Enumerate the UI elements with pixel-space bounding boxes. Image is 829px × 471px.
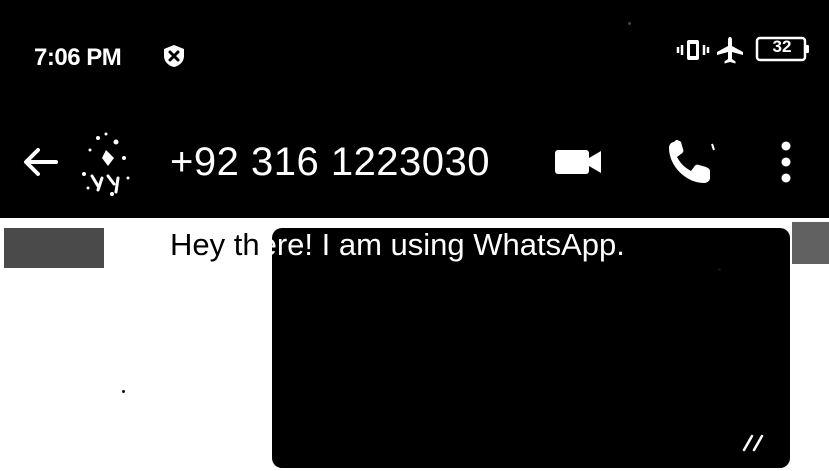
message-bubble[interactable]: Hey there! I am using WhatsApp. (272, 228, 790, 468)
shield-x-icon (164, 45, 184, 67)
app-bar: +92 316 1223030 (0, 110, 829, 210)
battery-level: 32 (772, 37, 792, 56)
voice-call-icon[interactable] (664, 136, 716, 188)
dust-speck (122, 390, 125, 393)
dust-speck (718, 268, 721, 271)
read-double-check-icon (742, 434, 764, 452)
status-time: 7:06 PM (34, 44, 122, 71)
airplane-icon (717, 37, 743, 64)
video-call-icon[interactable] (552, 144, 604, 180)
avatar[interactable] (68, 128, 154, 200)
status-bar: 7:06 PM 32 (0, 0, 829, 100)
about-status-prefix: Hey th (170, 227, 260, 262)
chat-screen: 7:06 PM 32 +92 316 1223030 Hey th ere! I… (0, 0, 829, 471)
vibrate-icon (676, 40, 710, 60)
about-status-continuation: Hey there! I am using WhatsApp. (272, 228, 625, 263)
dust-speck (628, 22, 631, 25)
more-vert-icon[interactable] (776, 136, 796, 188)
contact-name[interactable]: +92 316 1223030 (170, 140, 490, 185)
media-thumbnail[interactable] (792, 222, 829, 264)
back-arrow-icon[interactable] (20, 142, 60, 182)
media-thumbnail[interactable] (4, 228, 104, 268)
about-status-text: Hey th (170, 227, 260, 263)
about-status-suffix: ere! I am using WhatsApp. (272, 228, 625, 262)
